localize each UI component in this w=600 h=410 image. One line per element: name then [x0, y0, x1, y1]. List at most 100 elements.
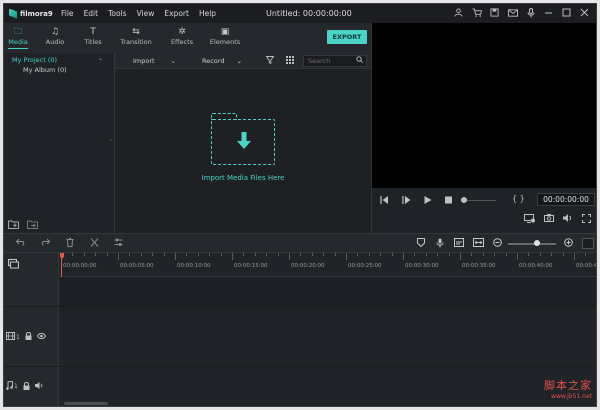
eye-icon[interactable] [36, 332, 46, 341]
move-folder-icon[interactable] [27, 220, 38, 229]
ruler-major-tick [118, 253, 119, 260]
ruler-minor-tick [220, 253, 222, 256]
ruler-major-tick [232, 253, 233, 260]
tab-elements[interactable]: ▣ Elements [209, 26, 241, 46]
menu-view[interactable]: View [137, 9, 155, 18]
menu-file[interactable]: File [61, 9, 74, 18]
download-arrow-icon [237, 132, 251, 149]
ruler-minor-tick [95, 253, 97, 256]
export-button[interactable]: EXPORT [327, 30, 367, 44]
mark-in-out-icon[interactable]: { } [512, 194, 525, 203]
import-media-label[interactable]: Import Media Files Here [115, 174, 371, 182]
speaker-icon[interactable] [34, 382, 44, 391]
ruler-label: 00:00:15:00 [234, 263, 268, 269]
add-folder-icon[interactable] [8, 220, 19, 229]
video-track-controls: 1 [6, 332, 46, 342]
menu-edit[interactable]: Edit [84, 9, 99, 18]
import-folder-icon[interactable] [210, 113, 275, 165]
search-placeholder: Search [308, 57, 331, 65]
search-input[interactable]: Search [303, 55, 367, 67]
account-icon[interactable] [453, 7, 464, 18]
marker-shield-icon[interactable] [417, 238, 425, 249]
tab-effects[interactable]: ✲ Effects [169, 26, 195, 46]
collapse-panel-icon[interactable]: › [110, 137, 112, 144]
empty-track[interactable] [59, 277, 596, 307]
ruler-minor-tick [72, 253, 74, 256]
import-dropdown[interactable]: Import ⌄ [133, 57, 176, 65]
ruler-minor-tick [585, 253, 587, 256]
close-icon[interactable] [579, 7, 590, 18]
play-icon[interactable] [424, 196, 432, 206]
tab-audio[interactable]: ♫ Audio [44, 26, 66, 46]
ruler-label: 00:00:35:00 [462, 263, 496, 269]
media-library-panel: My Project (0) ⌄ My Album (0) › [4, 53, 115, 233]
video-track-1[interactable] [59, 307, 596, 367]
ruler-label: 00:00:4 [576, 263, 597, 269]
add-track-icon[interactable] [8, 259, 19, 271]
menu-help[interactable]: Help [199, 9, 216, 18]
watermark: 脚本之家 www.jb51.net [544, 377, 592, 400]
grid-view-icon[interactable] [286, 56, 294, 66]
undo-icon[interactable] [15, 238, 25, 248]
audio-mixer-icon[interactable] [454, 238, 464, 249]
render-preview-icon[interactable] [524, 214, 535, 225]
timeline-ruler[interactable]: 00:00:00:00 00:00:05:00 00:00:10:00 00:00:1… [59, 253, 597, 277]
ruler-minor-tick [83, 253, 85, 256]
ruler-major-tick [574, 253, 575, 260]
media-drop-area[interactable]: Import Media Files Here [115, 69, 371, 233]
record-dropdown[interactable]: Record ⌄ [202, 57, 242, 65]
search-icon[interactable] [356, 56, 363, 66]
ruler-minor-tick [163, 253, 165, 256]
menu-tools[interactable]: Tools [108, 9, 126, 18]
my-album-item[interactable]: My Album (0) [23, 66, 67, 74]
tab-media[interactable]: 🗀 Media [8, 26, 28, 49]
cart-icon[interactable] [471, 7, 482, 18]
microphone-icon[interactable] [525, 7, 536, 18]
stop-icon[interactable] [445, 196, 452, 206]
filter-icon[interactable] [265, 56, 275, 66]
ruler-major-tick [346, 253, 347, 260]
save-icon[interactable] [489, 7, 500, 18]
lock-icon[interactable] [23, 381, 30, 392]
fullscreen-icon[interactable] [582, 214, 591, 225]
zoom-slider-knob[interactable] [534, 240, 540, 246]
filmora-window: filmora9 File Edit Tools View Export Hel… [3, 3, 597, 407]
snapshot-camera-icon[interactable] [544, 214, 554, 224]
panel-split-button[interactable] [582, 238, 594, 249]
timeline-scrollbar[interactable] [64, 402, 108, 405]
timeline-toolbar [4, 233, 596, 253]
prev-frame-icon[interactable] [380, 196, 389, 206]
minimize-icon[interactable] [543, 7, 554, 18]
tab-titles[interactable]: T Titles [83, 26, 103, 46]
ruler-minor-tick [106, 253, 108, 256]
record-label: Record [202, 57, 225, 65]
lock-icon[interactable] [25, 332, 32, 342]
playback-slider[interactable] [464, 200, 496, 201]
menu-export[interactable]: Export [164, 9, 189, 18]
ruler-major-tick [517, 253, 518, 260]
cut-scissors-icon[interactable] [90, 238, 99, 249]
audio-track-1[interactable] [59, 367, 596, 406]
volume-icon[interactable] [563, 214, 573, 224]
tab-transition[interactable]: ⇆ Transition [118, 26, 154, 46]
ruler-minor-tick [505, 253, 507, 256]
delete-icon[interactable] [66, 238, 74, 249]
adjust-settings-icon[interactable] [114, 238, 123, 249]
maximize-icon[interactable] [561, 7, 572, 18]
fit-timeline-icon[interactable] [473, 238, 484, 249]
preview-screen [371, 23, 596, 188]
folder-tab [210, 113, 237, 120]
playback-slider-knob[interactable] [461, 197, 467, 203]
watermark-text: 脚本之家 [544, 379, 592, 392]
play-back-icon[interactable] [402, 196, 411, 206]
logo-text: filmora9 [20, 9, 53, 18]
zoom-out-icon[interactable] [493, 238, 502, 249]
chevron-down-icon[interactable]: ⌄ [98, 55, 103, 62]
redo-icon[interactable] [41, 238, 51, 248]
mail-icon[interactable] [507, 7, 518, 18]
zoom-in-icon[interactable] [564, 238, 573, 249]
zoom-slider[interactable] [508, 243, 556, 245]
my-project-item[interactable]: My Project (0) [4, 54, 115, 64]
ruler-label: 00:00:30:00 [405, 263, 439, 269]
voiceover-mic-icon[interactable] [436, 238, 444, 250]
